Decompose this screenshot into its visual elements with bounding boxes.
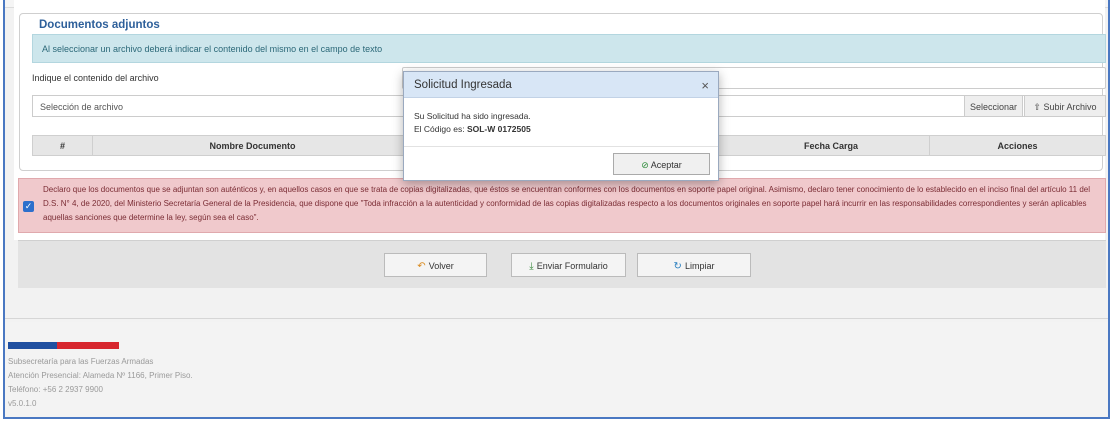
dialog-code-line: El Código es: SOL-W 0172505 [414,123,531,136]
dialog-header: Solicitud Ingresada × [404,72,718,98]
code-value: SOL-W 0172505 [466,124,531,134]
dialog-divider [404,146,718,147]
success-dialog: Solicitud Ingresada × Su Solicitud ha si… [403,71,719,181]
dialog-message: Su Solicitud ha sido ingresada. [414,111,531,121]
dialog-title: Solicitud Ingresada [414,79,512,91]
accept-button[interactable]: ⊘ Aceptar [613,153,710,175]
accept-label: Aceptar [650,160,682,170]
check-circle-icon: ⊘ [641,160,649,170]
modal-overlay: Solicitud Ingresada × Su Solicitud ha si… [0,0,1113,421]
close-icon[interactable]: × [701,78,709,93]
dialog-body: Su Solicitud ha sido ingresada. El Códig… [414,110,531,136]
code-label: El Código es: [414,124,465,134]
